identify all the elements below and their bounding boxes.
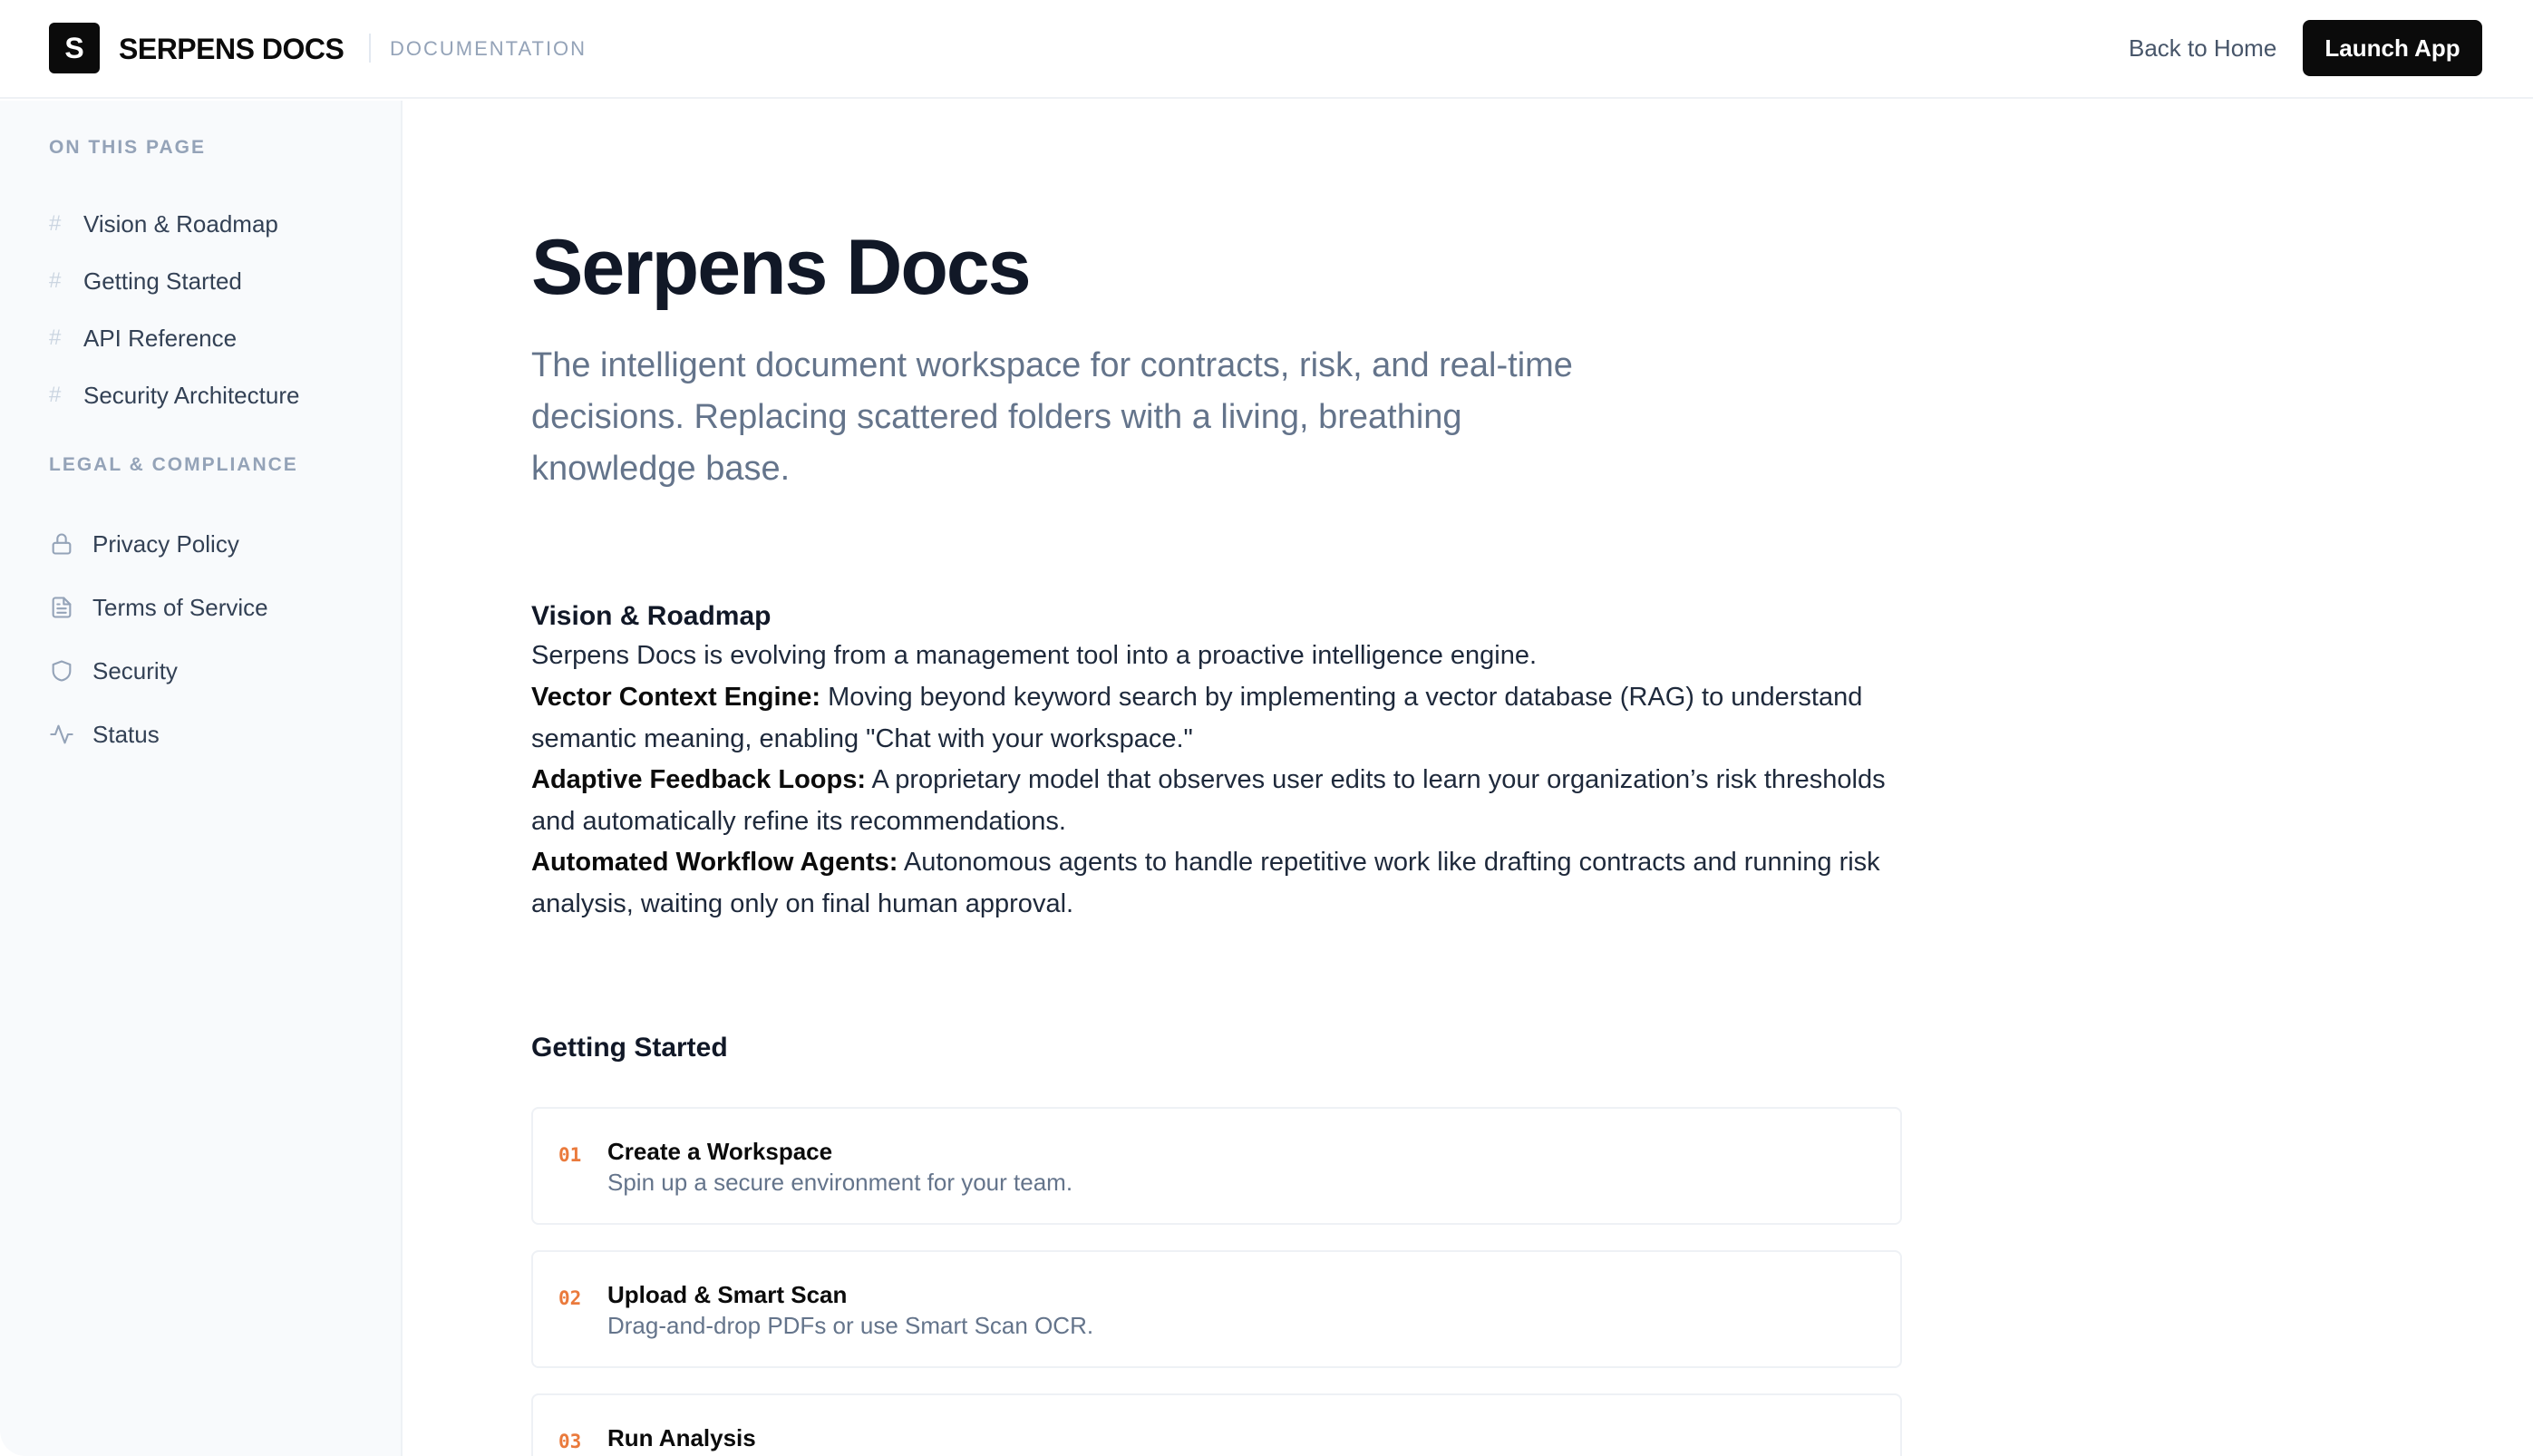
legal-compliance-heading: LEGAL & COMPLIANCE: [49, 454, 298, 475]
sidebar-item-label: Security Architecture: [83, 381, 300, 409]
sidebar-item-security-architecture[interactable]: # Security Architecture: [49, 377, 299, 413]
sidebar-item-privacy-policy[interactable]: Privacy Policy: [49, 526, 239, 562]
shield-icon: [49, 656, 92, 685]
launch-app-button[interactable]: Launch App: [2303, 20, 2482, 76]
lock-icon: [49, 529, 92, 558]
sidebar-item-label: Status: [92, 720, 160, 748]
vision-item-vector-context: Vector Context Engine: Moving beyond key…: [531, 677, 1909, 760]
sidebar-item-label: Privacy Policy: [92, 529, 239, 558]
app-window: S SERPENS DOCS DOCUMENTATION Back to Hom…: [0, 0, 2533, 1456]
hash-icon: #: [49, 325, 62, 350]
step-title: Create a Workspace: [607, 1138, 833, 1165]
logo-icon[interactable]: S: [49, 23, 100, 73]
sidebar-item-label: API Reference: [83, 324, 238, 352]
sidebar-item-label: Vision & Roadmap: [83, 209, 278, 238]
step-description: Drag-and-drop PDFs or use Smart Scan OCR…: [607, 1312, 1094, 1339]
on-this-page-heading: ON THIS PAGE: [49, 137, 206, 158]
docs-sidebar: ON THIS PAGE # Vision & Roadmap # Gettin…: [0, 101, 403, 1456]
sidebar-item-label: Getting Started: [83, 267, 242, 295]
hash-icon: #: [49, 268, 62, 293]
sidebar-item-label: Security: [92, 656, 178, 684]
step-number: 02: [558, 1287, 582, 1309]
sidebar-item-security[interactable]: Security: [49, 653, 178, 689]
vision-item-term: Vector Context Engine:: [531, 683, 821, 712]
vision-item-term: Automated Workflow Agents:: [531, 848, 898, 877]
sidebar-item-api-reference[interactable]: # API Reference: [49, 320, 237, 356]
section-heading-getting-started: Getting Started: [531, 1033, 728, 1063]
hash-icon: #: [49, 383, 62, 407]
vision-item-workflow-agents: Automated Workflow Agents: Autonomous ag…: [531, 842, 1909, 925]
page-lead: The intelligent document workspace for c…: [531, 346, 1573, 488]
page-title: Serpens Docs: [531, 224, 1032, 311]
step-description: Spin up a secure environment for your te…: [607, 1169, 1073, 1196]
step-card[interactable]: 03 Run Analysis: [531, 1393, 1902, 1456]
header-divider: [369, 34, 371, 63]
section-heading-vision-roadmap: Vision & Roadmap: [531, 601, 772, 631]
step-card[interactable]: 01 Create a Workspace Spin up a secure e…: [531, 1107, 1902, 1225]
sidebar-item-vision-roadmap[interactable]: # Vision & Roadmap: [49, 206, 278, 242]
top-navigation-bar: S SERPENS DOCS DOCUMENTATION Back to Hom…: [0, 0, 2533, 99]
step-title: Upload & Smart Scan: [607, 1281, 848, 1308]
step-number: 01: [558, 1144, 582, 1166]
activity-icon: [49, 720, 92, 749]
vision-item-term: Adaptive Feedback Loops:: [531, 765, 867, 794]
section-label: DOCUMENTATION: [390, 37, 587, 60]
vision-item-adaptive-feedback: Adaptive Feedback Loops: A proprietary m…: [531, 760, 1909, 842]
document-icon: [49, 593, 92, 622]
sidebar-item-terms-of-service[interactable]: Terms of Service: [49, 589, 268, 626]
step-number: 03: [558, 1431, 582, 1452]
sidebar-item-status[interactable]: Status: [49, 716, 160, 752]
sidebar-item-label: Terms of Service: [92, 593, 268, 621]
back-to-home-link[interactable]: Back to Home: [2129, 34, 2276, 63]
vision-intro: Serpens Docs is evolving from a manageme…: [531, 641, 1538, 670]
step-card[interactable]: 02 Upload & Smart Scan Drag-and-drop PDF…: [531, 1250, 1902, 1368]
sidebar-item-getting-started[interactable]: # Getting Started: [49, 263, 242, 299]
brand-name[interactable]: SERPENS DOCS: [119, 32, 345, 66]
hash-icon: #: [49, 211, 62, 236]
step-title: Run Analysis: [607, 1424, 756, 1451]
